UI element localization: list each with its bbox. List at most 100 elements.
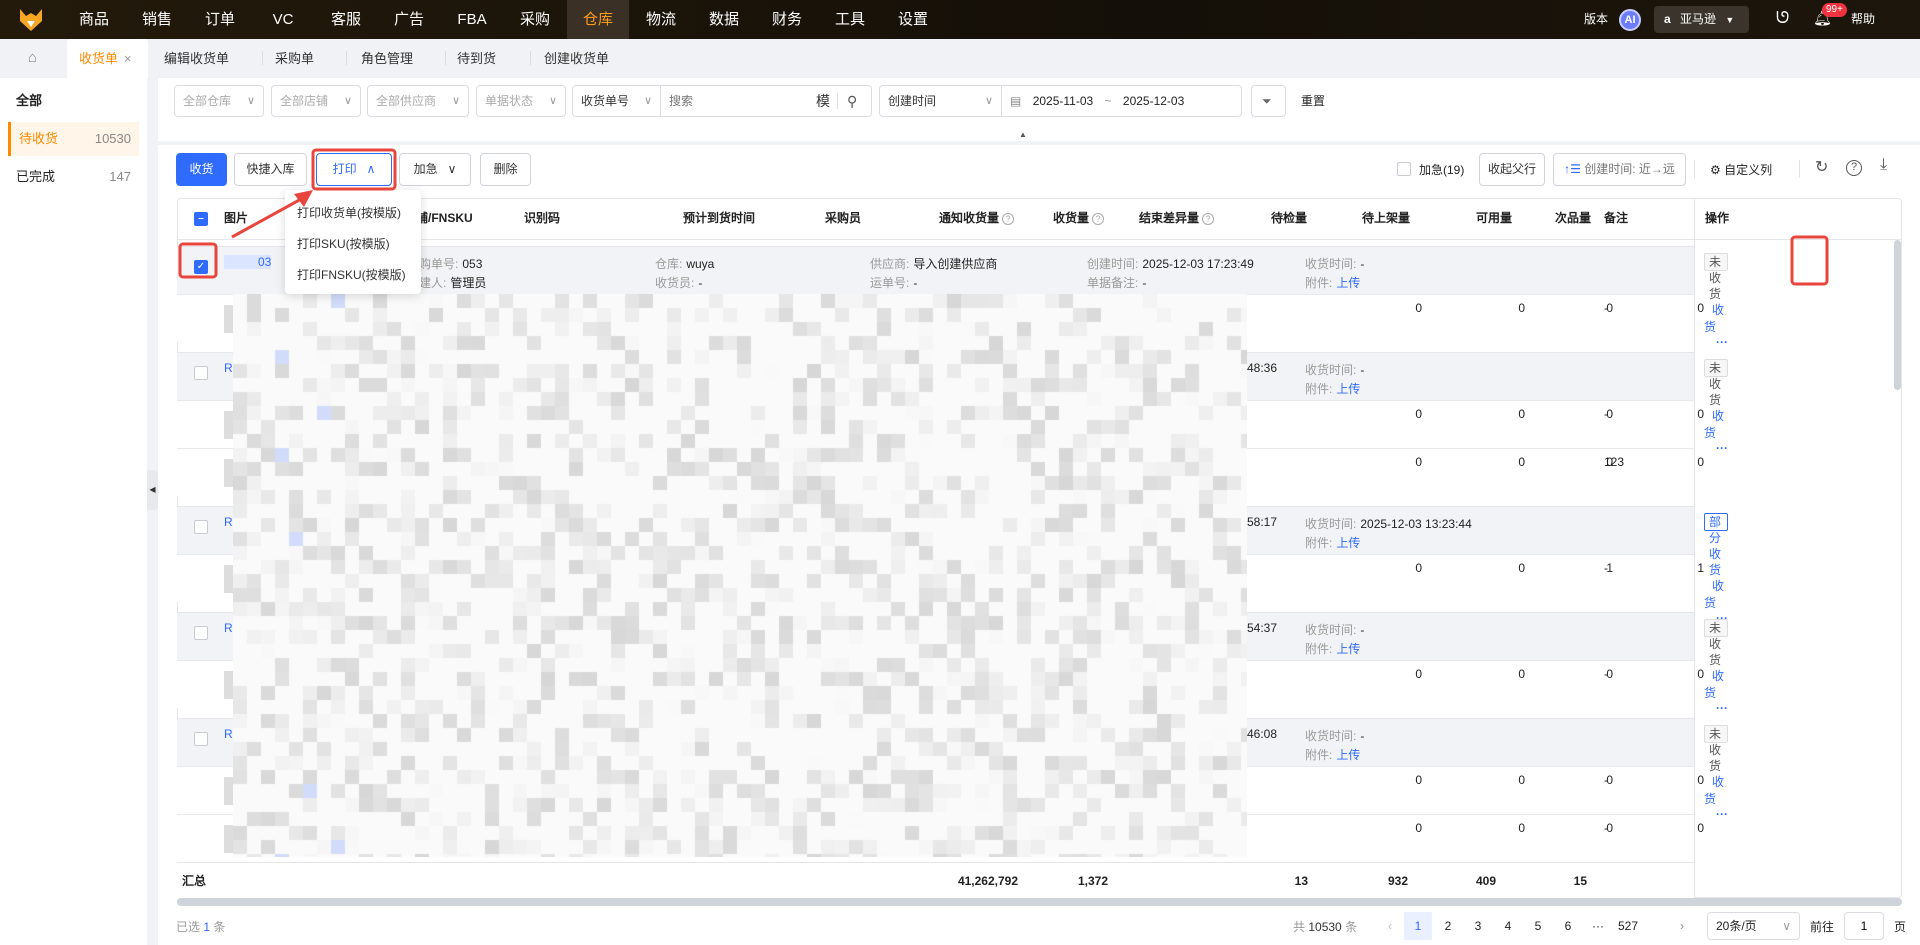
receipt-number-link[interactable]: R [224,727,233,741]
more-actions-button[interactable]: ··· [1716,441,1728,455]
reset-button[interactable]: 重置 [1301,92,1325,109]
pagination-ellipsis[interactable]: ··· [1584,912,1612,940]
date-range-picker[interactable]: ▤ 2025-11-03 ~ 2025-12-03 [1001,85,1242,117]
prev-page-icon[interactable]: ‹ [1376,912,1404,940]
tab-create-receipt[interactable]: 创建收货单 [544,39,609,78]
nav-item[interactable]: 广告 [378,0,440,39]
row-checkbox[interactable] [194,366,208,380]
menu-item-print-receipt[interactable]: 打印收货单(按模版) [297,204,401,221]
nav-item[interactable]: 采购 [504,0,566,39]
field-value[interactable]: 上传 [1336,382,1360,396]
date-field-select[interactable]: 创建时间 ∨ [879,85,1002,117]
page-button[interactable]: 3 [1464,912,1492,940]
receive-link[interactable]: 收货 [1704,303,1724,334]
receive-link[interactable]: 收货 [1704,669,1724,700]
nav-item[interactable]: 财务 [756,0,818,39]
row-checkbox[interactable] [194,732,208,746]
headset-icon[interactable]: ᘎ [1776,10,1789,28]
urgent-filter-checkbox[interactable] [1397,162,1411,176]
horizontal-scrollbar[interactable] [177,898,1902,906]
receive-link[interactable]: 收货 [1704,579,1724,610]
version-link[interactable]: 版本 [1584,0,1608,39]
more-actions-button[interactable]: ··· [1716,335,1728,349]
refresh-icon[interactable]: ↻ [1815,157,1828,177]
sidebar-item-all[interactable]: 全部 [8,84,139,118]
nav-item[interactable]: 工具 [819,0,881,39]
select-all-checkbox[interactable]: – [194,212,208,226]
tab-role-management[interactable]: 角色管理 [361,39,413,78]
warehouse-select[interactable]: 全部仓库 ∨ [174,85,264,117]
menu-item-print-fnsku[interactable]: 打印FNSKU(按模版) [297,266,406,283]
tab-receipts[interactable]: 收货单 × [67,39,148,78]
custom-columns-button[interactable]: ⚙ 自定义列 [1710,161,1772,178]
receive-button[interactable]: 收货 [176,153,227,186]
sort-button[interactable]: ↑☰ 创建时间: 近→远 [1553,153,1686,186]
row-checkbox[interactable] [194,626,208,640]
receipt-number-link[interactable]: R [224,361,233,375]
nav-item[interactable]: FBA [441,0,503,39]
nav-item[interactable]: 销售 [126,0,188,39]
page-size-select[interactable]: 20条/页 ∨ [1707,912,1800,940]
menu-item-print-sku[interactable]: 打印SKU(按模版) [297,235,390,252]
page-button[interactable]: 2 [1434,912,1462,940]
search-input[interactable] [669,89,809,113]
receipt-number-link[interactable]: R [224,621,233,635]
nav-item[interactable]: 设置 [882,0,944,39]
download-icon[interactable]: ⤓ [1880,156,1887,174]
tab-pending-arrival[interactable]: 待到货 [457,39,496,78]
next-page-icon[interactable]: › [1668,912,1696,940]
search-field-select[interactable]: 收货单号 ∨ [573,86,661,116]
fox-logo-icon[interactable] [18,7,44,33]
urgent-button[interactable]: 加急 ∨ [399,153,471,186]
nav-item[interactable]: 数据 [693,0,755,39]
ai-button[interactable]: AI [1619,9,1641,31]
field-value[interactable]: 上传 [1336,276,1360,290]
field-value[interactable]: 上传 [1336,748,1360,762]
tab-edit-receipt[interactable]: 编辑收货单 [164,39,229,78]
page-button[interactable]: 5 [1524,912,1552,940]
status-select[interactable]: 单据状态 ∨ [476,85,566,117]
delete-button[interactable]: 删除 [480,153,531,186]
receive-link[interactable]: 收货 [1704,775,1724,806]
fuzzy-toggle[interactable]: 模 [816,86,830,116]
store-dropdown[interactable]: a 亚马逊 ▼ [1654,6,1749,33]
page-button[interactable]: 6 [1554,912,1582,940]
nav-item[interactable]: 订单 [189,0,251,39]
sidebar-item-pending[interactable]: 待收货 10530 [8,122,139,156]
supplier-select[interactable]: 全部供应商 ∨ [367,85,469,117]
print-button[interactable]: 打印 ∧ [316,153,392,186]
tab-purchase-orders[interactable]: 采购单 [275,39,314,78]
field-value[interactable]: 上传 [1336,642,1360,656]
help-link[interactable]: 帮助 [1851,0,1875,39]
sidebar-item-completed[interactable]: 已完成 147 [8,160,139,194]
collapse-parent-button[interactable]: 收起父行 [1479,153,1545,186]
help-icon[interactable]: ? [1846,160,1862,176]
page-button[interactable]: 527 [1614,912,1642,940]
more-actions-button[interactable]: ··· [1716,807,1728,821]
question-icon[interactable]: ? [1092,212,1105,225]
page-button[interactable]: 1 [1404,912,1432,940]
vertical-scrollbar[interactable] [1894,240,1901,390]
field-value[interactable]: 上传 [1336,536,1360,550]
more-actions-button[interactable]: ··· [1716,701,1728,715]
nav-item[interactable]: 商品 [63,0,125,39]
collapse-filter-icon[interactable]: ▲ [1008,130,1038,141]
advanced-filter-button[interactable]: ⏷ [1251,85,1286,117]
receipt-number-link[interactable]: R [224,515,233,529]
close-icon[interactable]: × [124,51,132,66]
sidebar-collapse-handle[interactable]: ◀ [147,470,158,510]
question-icon[interactable]: ? [1202,212,1215,225]
row-checkbox[interactable] [194,520,208,534]
receive-link[interactable]: 收货 [1704,409,1724,440]
nav-item[interactable]: 仓库 [567,0,629,39]
search-icon[interactable]: ⚲ [847,86,857,116]
home-icon[interactable]: ⌂ [28,49,37,66]
row-checkbox[interactable]: ✓ [194,260,208,274]
question-icon[interactable]: ? [1002,212,1015,225]
goto-page-input[interactable] [1844,912,1884,940]
nav-item[interactable]: VC [252,0,314,39]
quick-stock-button[interactable]: 快捷入库 [234,153,307,186]
nav-item[interactable]: 物流 [630,0,692,39]
receipt-number-link[interactable]: 03 [224,255,272,269]
page-button[interactable]: 4 [1494,912,1522,940]
